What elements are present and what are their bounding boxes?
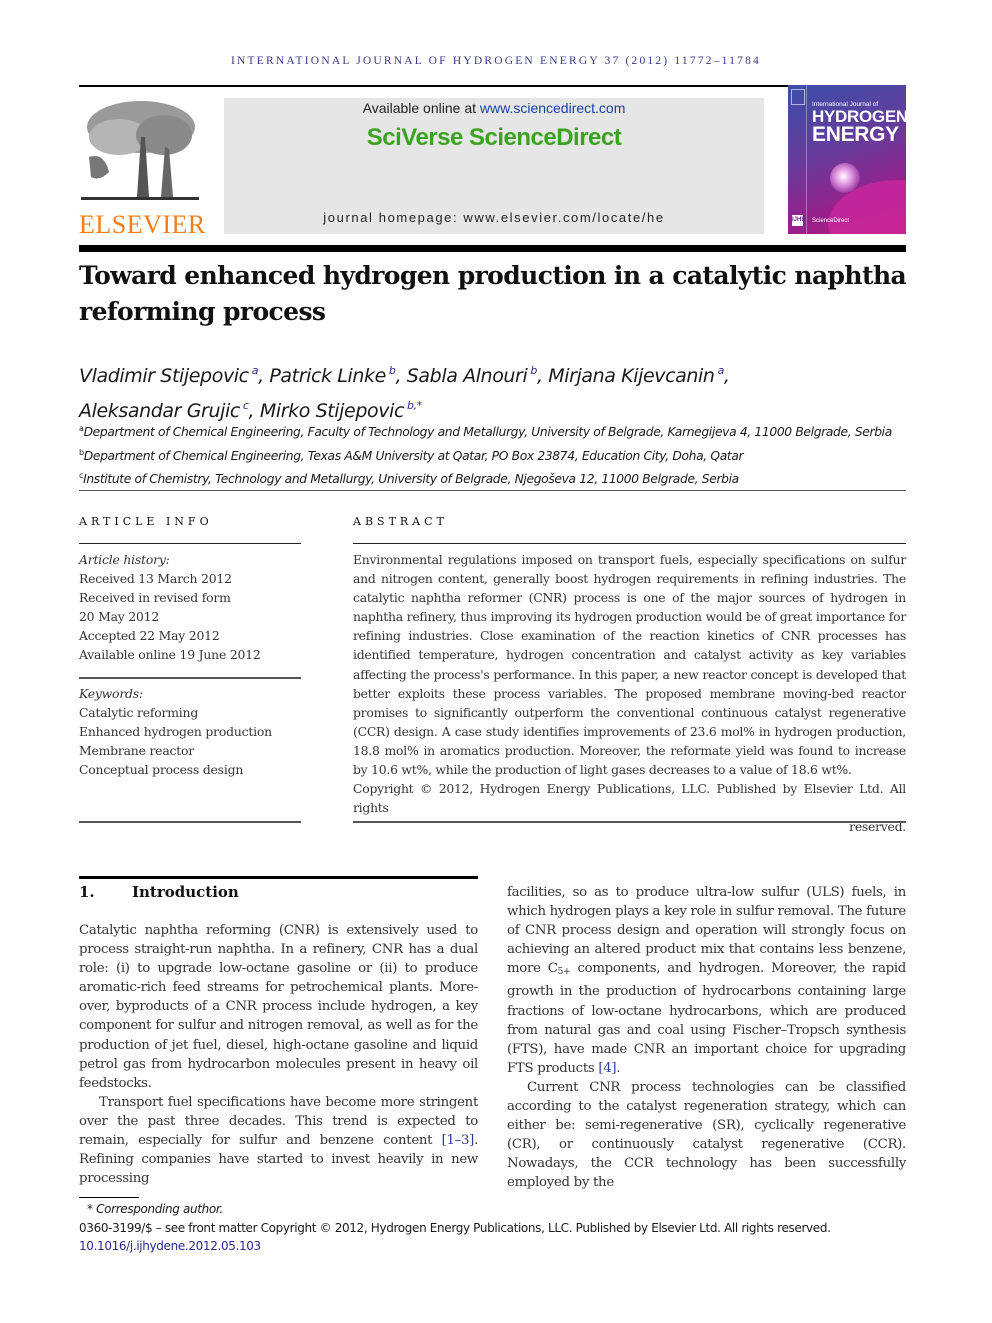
affiliation-text: Department of Chemical Engineering, Texa… — [83, 448, 744, 463]
affiliation-marker[interactable]: b — [530, 364, 537, 377]
sciverse-sciencedirect-logo[interactable]: SciVerse ScienceDirect — [224, 124, 764, 152]
section-number: 1. — [79, 883, 95, 901]
corresponding-author-note: * Corresponding author. — [87, 1202, 223, 1216]
affiliation-marker[interactable]: b,* — [407, 399, 422, 412]
subscript: 5+ — [557, 967, 571, 978]
history-item: Available online 19 June 2012 — [79, 647, 261, 663]
article-history-label: Article history: — [79, 552, 170, 567]
article-history: Article history: Received 13 March 2012 … — [79, 550, 301, 665]
footnote-rule — [79, 1197, 139, 1198]
affiliation: cInstitute of Chemistry, Technology and … — [79, 466, 919, 490]
sciencedirect-link[interactable]: www.sciencedirect.com — [480, 100, 626, 116]
abstract-body: Environmental regulations imposed on tra… — [353, 550, 906, 836]
cover-title-line-2: ENERGY — [812, 123, 899, 146]
elsevier-wordmark: ELSEVIER — [79, 210, 206, 239]
paragraph-text: Transport fuel specifications have becom… — [79, 1094, 478, 1149]
cover-orb-graphic — [830, 163, 860, 193]
affiliations: aDepartment of Chemical Engineering, Fac… — [79, 419, 919, 490]
footnotes: * Corresponding author. 0360-3199/$ – se… — [79, 1200, 919, 1256]
available-online: Available online at www.sciencedirect.co… — [224, 100, 764, 116]
author-name[interactable]: Sabla Alnouri — [407, 365, 528, 387]
author-separator: , — [723, 365, 730, 387]
abstract-copyright: Copyright © 2012, Hydrogen Energy Public… — [353, 781, 906, 816]
elsevier-logo[interactable]: ELSEVIER — [79, 97, 206, 239]
journal-homepage[interactable]: journal homepage: www.elsevier.com/locat… — [224, 210, 764, 225]
elsevier-mini-logo-icon — [791, 89, 805, 105]
doi-link[interactable]: 10.1016/j.ijhydene.2012.05.103 — [79, 1237, 919, 1256]
elsevier-tree-icon — [79, 97, 201, 207]
affiliation-text: Institute of Chemistry, Technology and M… — [83, 472, 739, 486]
cover-spine — [806, 85, 807, 234]
front-matter-note: 0360-3199/$ – see front matter Copyright… — [79, 1220, 831, 1235]
affiliation: aDepartment of Chemical Engineering, Fac… — [79, 419, 919, 443]
keyword-item[interactable]: Enhanced hydrogen production — [79, 722, 301, 741]
author-separator: , — [258, 365, 270, 387]
keyword-item[interactable]: Conceptual process design — [79, 760, 301, 779]
abstract-bottom-rule — [353, 821, 906, 823]
author-separator: , — [395, 365, 407, 387]
paragraph-text: . — [616, 1060, 621, 1076]
masthead-rule — [79, 245, 906, 252]
author-name[interactable]: Mirjana Kijevcanin — [548, 365, 715, 387]
section-title: Introduction — [132, 883, 239, 901]
ijhe-badge-icon: IJHE — [792, 215, 805, 226]
history-item: Received in revised form — [79, 590, 231, 606]
keywords-rule — [79, 677, 301, 679]
body-column-right: facilities, so as to produce ultra-low s… — [507, 883, 906, 1193]
article-info-bottom-rule — [79, 821, 301, 823]
author-list: Vladimir Stijepovic a, Patrick Linke b, Sa… — [79, 356, 919, 426]
article-title: Toward enhanced hydrogen production in a… — [79, 261, 907, 326]
section-heading-introduction: 1. Introduction — [79, 883, 239, 901]
cover-big-title: HYDROGEN ENERGY — [812, 108, 906, 146]
keywords-label: Keywords: — [79, 686, 143, 701]
sciencedirect-banner: Available online at www.sciencedirect.co… — [224, 98, 764, 234]
citation-link[interactable]: [4] — [598, 1061, 616, 1076]
article-info-rule — [79, 543, 301, 544]
author-name[interactable]: Patrick Linke — [269, 365, 386, 387]
paragraph-text: components, and hydrogen. Moreover, the … — [507, 961, 906, 1076]
keyword-item[interactable]: Membrane reactor — [79, 741, 301, 760]
author-name[interactable]: Vladimir Stijepovic — [79, 365, 249, 387]
abstract-rule — [353, 543, 906, 544]
paragraph: Transport fuel specifications have becom… — [79, 1093, 478, 1188]
journal-cover[interactable]: International Journal of HYDROGEN ENERGY… — [788, 85, 906, 234]
history-item: Accepted 22 May 2012 — [79, 628, 220, 644]
body-column-left: Catalytic naphtha reforming (CNR) is ext… — [79, 921, 478, 1188]
cover-sciencedirect: ScienceDirect — [812, 218, 850, 224]
keyword-item[interactable]: Catalytic reforming — [79, 703, 301, 722]
author-separator: , — [536, 365, 549, 387]
paragraph: Current CNR process technologies can be … — [507, 1079, 906, 1191]
paragraph: facilities, so as to produce ultra-low s… — [507, 883, 906, 1078]
citation-link[interactable]: [1–3] — [442, 1133, 475, 1148]
article-info-heading: ARTICLE INFO — [79, 515, 213, 528]
history-item: Received 13 March 2012 — [79, 571, 232, 587]
affiliation-text: Department of Chemical Engineering, Facu… — [83, 425, 893, 439]
history-item: 20 May 2012 — [79, 609, 160, 625]
paragraph: Catalytic naphtha reforming (CNR) is ext… — [79, 923, 478, 1091]
affiliation: bDepartment of Chemical Engineering, Tex… — [79, 443, 919, 467]
abstract-text: Environmental regulations imposed on tra… — [353, 552, 906, 778]
keywords: Keywords: Catalytic reforming Enhanced h… — [79, 684, 301, 779]
section-rule — [79, 876, 478, 879]
header-rule — [79, 85, 906, 87]
available-online-label: Available online at — [362, 100, 480, 116]
affiliation-rule — [79, 490, 906, 491]
running-head: INTERNATIONAL JOURNAL OF HYDROGEN ENERGY… — [230, 55, 762, 67]
abstract-heading: ABSTRACT — [353, 515, 448, 528]
